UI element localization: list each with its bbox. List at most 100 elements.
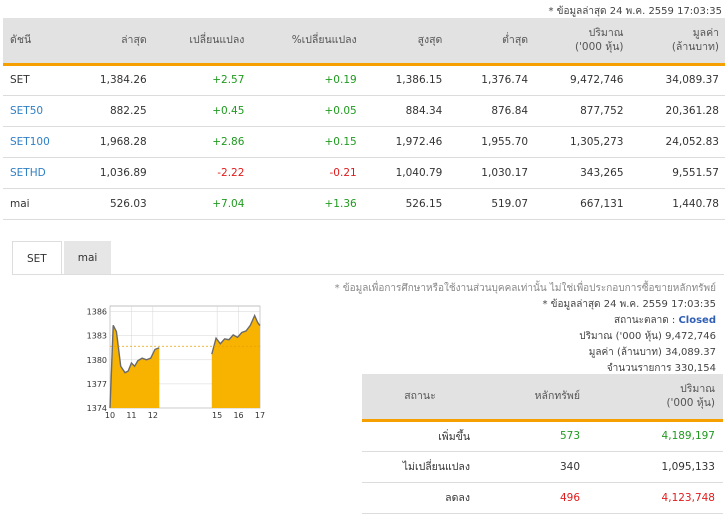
- index-table-header: ดัชนี ล่าสุด เปลี่ยนแปลง %เปลี่ยนแปลง สู…: [3, 18, 725, 66]
- col-header-volume-line1: ปริมาณ: [588, 27, 624, 40]
- tab-mai[interactable]: mai: [63, 241, 112, 275]
- chart-tabs: SET mai: [12, 241, 112, 275]
- index-low: 1,376.74: [448, 64, 535, 96]
- table-row: ลดลง 496 4,123,748: [362, 482, 723, 514]
- col-header-pct-change: %เปลี่ยนแปลง: [250, 18, 363, 66]
- breadth-volume: 1,095,133: [588, 451, 723, 483]
- deals-label: จำนวนรายการ: [606, 363, 672, 374]
- index-last: 1,968.28: [67, 126, 153, 158]
- index-name: mai: [3, 188, 67, 220]
- index-value: 34,089.37: [629, 64, 725, 96]
- index-link-set100[interactable]: SET100: [3, 126, 67, 158]
- index-link-set50[interactable]: SET50: [3, 95, 67, 127]
- col-header-breadth-volume: ปริมาณ ('000 หุ้น): [588, 374, 723, 422]
- index-high: 1,040.79: [362, 157, 449, 189]
- breadth-volume: 4,123,748: [588, 482, 723, 514]
- breadth-label: ลดลง: [362, 482, 478, 514]
- index-last: 1,384.26: [67, 64, 153, 96]
- market-status-row: สถานะตลาด : Closed: [614, 313, 716, 328]
- col-header-value-line1: มูลค่า: [692, 27, 719, 40]
- y-tick-label: 1386: [87, 308, 107, 317]
- tab-set[interactable]: SET: [12, 241, 62, 275]
- value-value: 34,089.37: [665, 347, 716, 358]
- index-volume: 1,305,273: [534, 126, 630, 158]
- volume-row: ปริมาณ ('000 หุ้น) 9,472,746: [579, 329, 716, 344]
- index-pct-change: +1.36: [250, 188, 363, 220]
- index-change: +0.45: [152, 95, 251, 127]
- col-header-value: มูลค่า (ล้านบาท): [629, 18, 725, 66]
- col-header-securities: หลักทรัพย์: [478, 374, 588, 422]
- index-change: +7.04: [152, 188, 251, 220]
- index-volume: 9,472,746: [534, 64, 630, 96]
- deals-value: 330,154: [674, 363, 716, 374]
- index-pct-change: -0.21: [250, 157, 363, 189]
- x-tick-label: 12: [148, 411, 158, 420]
- index-change: +2.57: [152, 64, 251, 96]
- table-row: mai 526.03 +7.04 +1.36 526.15 519.07 667…: [3, 188, 725, 220]
- table-row: SETHD 1,036.89 -2.22 -0.21 1,040.79 1,03…: [3, 157, 725, 189]
- breadth-count: 340: [478, 451, 588, 483]
- index-link-sethd[interactable]: SETHD: [3, 157, 67, 189]
- x-tick-label: 16: [233, 411, 243, 420]
- col-header-volume-line2: ('000 หุ้น): [574, 41, 624, 54]
- breadth-label: ไม่เปลี่ยนแปลง: [362, 451, 478, 483]
- index-pct-change: +0.05: [250, 95, 363, 127]
- y-tick-label: 1383: [87, 332, 107, 341]
- col-header-name: ดัชนี: [3, 18, 67, 66]
- breadth-count: 573: [478, 420, 588, 452]
- index-low: 876.84: [448, 95, 535, 127]
- market-breadth-table: สถานะ หลักทรัพย์ ปริมาณ ('000 หุ้น) เพิ่…: [362, 374, 723, 514]
- index-low: 1,030.17: [448, 157, 535, 189]
- col-header-last: ล่าสุด: [67, 18, 153, 66]
- breadth-label: เพิ่มขึ้น: [362, 420, 478, 452]
- breadth-count: 496: [478, 482, 588, 514]
- index-high: 526.15: [362, 188, 449, 220]
- market-status-value: Closed: [678, 315, 716, 326]
- index-low: 1,955.70: [448, 126, 535, 158]
- x-tick-label: 15: [212, 411, 222, 420]
- index-change: -2.22: [152, 157, 251, 189]
- x-tick-label: 11: [126, 411, 136, 420]
- index-change: +2.86: [152, 126, 251, 158]
- table-row: SET100 1,968.28 +2.86 +0.15 1,972.46 1,9…: [3, 126, 725, 158]
- col-header-status: สถานะ: [362, 374, 478, 422]
- x-tick-label: 17: [255, 411, 265, 420]
- breadth-table-header: สถานะ หลักทรัพย์ ปริมาณ ('000 หุ้น): [362, 374, 723, 422]
- index-volume: 667,131: [534, 188, 630, 220]
- y-tick-label: 1377: [87, 380, 107, 389]
- index-value: 9,551.57: [629, 157, 725, 189]
- col-header-volume: ปริมาณ ('000 หุ้น): [534, 18, 630, 66]
- index-pct-change: +0.15: [250, 126, 363, 158]
- index-name: SET: [3, 64, 67, 96]
- intraday-chart: 1374137713801383138610 11 12 15 16 17: [87, 305, 265, 420]
- table-row: ไม่เปลี่ยนแปลง 340 1,095,133: [362, 451, 723, 483]
- tabs-divider: [12, 274, 724, 275]
- col-header-high: สูงสุด: [362, 18, 449, 66]
- index-last: 1,036.89: [67, 157, 153, 189]
- volume-value: 9,472,746: [665, 331, 716, 342]
- value-label: มูลค่า (ล้านบาท): [588, 347, 662, 358]
- index-volume: 343,265: [534, 157, 630, 189]
- col-header-value-line2: (ล้านบาท): [671, 41, 719, 54]
- col-header-low: ต่ำสุด: [448, 18, 535, 66]
- table-row: SET 1,384.26 +2.57 +0.19 1,386.15 1,376.…: [3, 64, 725, 96]
- disclaimer-text: * ข้อมูลเพื่อการศึกษาหรือใช้งานส่วนบุคคล…: [334, 283, 716, 294]
- y-tick-label: 1380: [87, 356, 107, 365]
- market-status-label: สถานะตลาด :: [614, 315, 676, 326]
- index-last: 882.25: [67, 95, 153, 127]
- index-volume: 877,752: [534, 95, 630, 127]
- col-header-change: เปลี่ยนแปลง: [152, 18, 251, 66]
- breadth-volume: 4,189,197: [588, 420, 723, 452]
- index-value: 1,440.78: [629, 188, 725, 220]
- last-update-note: * ข้อมูลล่าสุด 24 พ.ค. 2559 17:03:35: [548, 6, 722, 17]
- index-high: 1,972.46: [362, 126, 449, 158]
- value-row: มูลค่า (ล้านบาท) 34,089.37: [589, 345, 716, 360]
- index-pct-change: +0.19: [250, 64, 363, 96]
- table-row: เพิ่มขึ้น 573 4,189,197: [362, 420, 723, 452]
- index-value: 20,361.28: [629, 95, 725, 127]
- col-header-breadth-volume-line2: ('000 หุ้น): [666, 397, 715, 410]
- volume-label: ปริมาณ ('000 หุ้น): [579, 331, 662, 342]
- col-header-breadth-volume-line1: ปริมาณ: [680, 383, 715, 396]
- table-row: SET50 882.25 +0.45 +0.05 884.34 876.84 8…: [3, 95, 725, 127]
- index-value: 24,052.83: [629, 126, 725, 158]
